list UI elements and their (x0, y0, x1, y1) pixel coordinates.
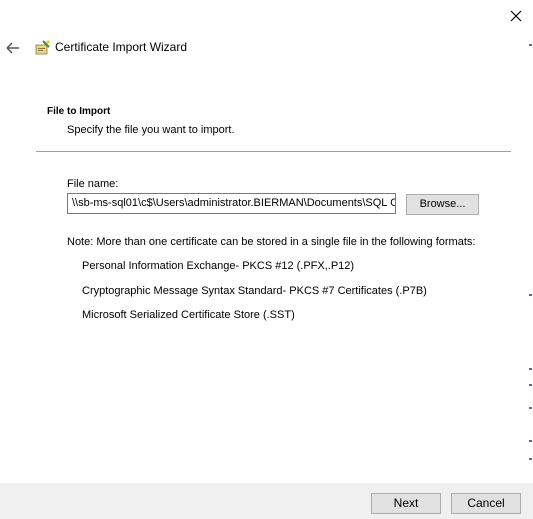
background-window-edge (529, 44, 532, 46)
background-window-edge (529, 407, 532, 409)
background-window-edge (529, 294, 532, 296)
certificate-wizard-icon (33, 39, 51, 57)
format-item: Cryptographic Message Syntax Standard- P… (82, 285, 427, 297)
browse-button[interactable]: Browse... (406, 194, 479, 215)
format-item: Microsoft Serialized Certificate Store (… (82, 309, 295, 321)
cancel-button[interactable]: Cancel (451, 493, 521, 514)
file-name-input[interactable]: \\sb-ms-sql01\c$\Users\administrator.BIE… (67, 193, 396, 214)
wizard-header: Certificate Import Wizard (0, 30, 533, 68)
wizard-title: Certificate Import Wizard (55, 40, 188, 54)
section-heading: File to Import (47, 106, 111, 117)
next-button[interactable]: Next (371, 493, 441, 514)
background-window-edge (529, 368, 532, 370)
background-window-edge (529, 440, 532, 442)
divider (36, 151, 511, 152)
file-name-label: File name: (67, 178, 119, 190)
format-item: Personal Information Exchange- PKCS #12 … (82, 260, 355, 272)
title-bar (0, 0, 533, 30)
section-subheading: Specify the file you want to import. (67, 124, 235, 136)
background-window-edge (529, 458, 532, 460)
back-arrow-icon[interactable] (4, 39, 22, 57)
close-icon[interactable] (506, 6, 526, 26)
formats-note: Note: More than one certificate can be s… (67, 236, 476, 248)
background-window-edge (529, 384, 532, 386)
